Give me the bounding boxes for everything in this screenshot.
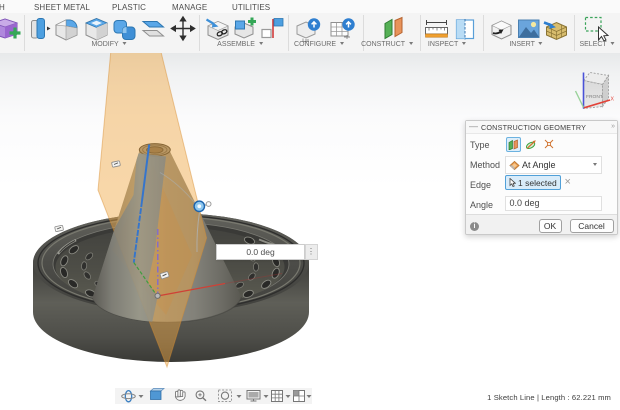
svg-text:X: X — [611, 97, 615, 103]
svg-text:FRONT: FRONT — [586, 94, 603, 100]
